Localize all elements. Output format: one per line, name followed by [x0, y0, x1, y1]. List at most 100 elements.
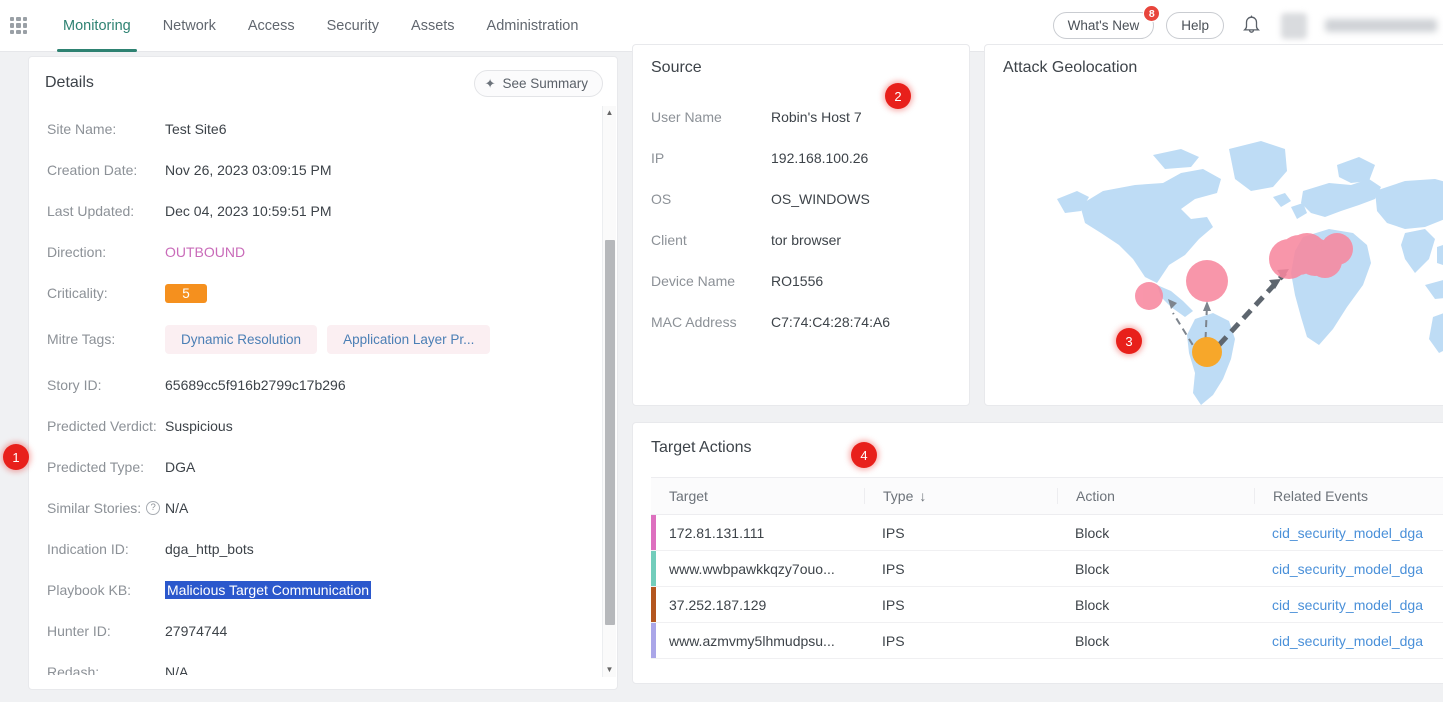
whats-new-badge: 8: [1143, 5, 1161, 22]
help-question-icon[interactable]: ?: [146, 501, 161, 515]
step-badge-2: 2: [885, 83, 911, 109]
target-actions-table: Target Type ↓ Action Related Events 172.…: [651, 477, 1443, 659]
detail-label-hunter-id: Hunter ID:: [47, 623, 111, 639]
cell-type: IPS: [882, 524, 905, 541]
tab-security-label: Security: [326, 17, 380, 34]
step-badge-4: 4: [851, 442, 877, 468]
source-row-mac-address: MAC Address C7:74:C4:28:74:A6: [651, 312, 955, 332]
tab-network-label: Network: [162, 17, 216, 34]
details-scrollbar[interactable]: ▲ ▼: [602, 106, 616, 677]
detail-row-indication-id: Indication ID: dga_http_bots: [47, 538, 581, 560]
cell-action: Block: [1075, 524, 1110, 541]
detail-row-story-id: Story ID: 65689cc5f916b2799c17b296: [47, 374, 581, 396]
source-label-device-name: Device Name: [651, 273, 736, 289]
tab-assets[interactable]: Assets: [395, 0, 471, 52]
details-header: Details ✦ See Summary: [45, 65, 603, 101]
source-value-mac-address: C7:74:C4:28:74:A6: [771, 314, 891, 330]
world-map[interactable]: [985, 87, 1443, 405]
criticality-badge: 5: [165, 283, 207, 303]
user-name-label: [1325, 19, 1437, 32]
notification-bell-icon[interactable]: [1242, 15, 1261, 36]
source-label-client: Client: [651, 232, 687, 248]
detail-value-direction: OUTBOUND: [165, 244, 246, 260]
attack-marker-west[interactable]: [1135, 282, 1163, 310]
detail-value-similar-stories: N/A: [165, 500, 189, 516]
similar-stories-text: Similar Stories:: [47, 500, 142, 516]
attack-geolocation-title: Attack Geolocation: [1003, 59, 1138, 76]
cell-related-events[interactable]: cid_security_model_dga: [1254, 525, 1443, 541]
detail-label-playbook-kb: Playbook KB:: [47, 582, 132, 598]
detail-row-hunter-id: Hunter ID: 27974744: [47, 620, 581, 642]
tab-access[interactable]: Access: [232, 0, 311, 52]
cell-action: Block: [1075, 596, 1110, 613]
detail-label-direction: Direction:: [47, 244, 107, 260]
details-scroll-area: Site Name: Test Site6 Creation Date: Nov…: [29, 103, 617, 675]
details-scroll-thumb[interactable]: [605, 240, 615, 625]
mitre-tags-list: Dynamic Resolution Application Layer Pr.…: [165, 324, 500, 354]
column-header-target[interactable]: Target: [651, 488, 864, 504]
column-header-related-events[interactable]: Related Events: [1254, 488, 1443, 504]
arrow-down-icon: ↓: [919, 488, 927, 504]
details-scroll-track[interactable]: [603, 120, 616, 663]
attack-marker-central[interactable]: [1186, 260, 1228, 302]
detail-row-direction: Direction: OUTBOUND: [47, 241, 581, 263]
detail-value-last-updated: Dec 04, 2023 10:59:51 PM: [165, 203, 332, 219]
scroll-down-arrow-icon[interactable]: ▼: [606, 663, 614, 677]
detail-row-playbook-kb: Playbook KB: Malicious Target Communicat…: [47, 579, 581, 601]
mitre-tag-dynamic-resolution[interactable]: Dynamic Resolution: [165, 324, 318, 354]
tab-administration[interactable]: Administration: [471, 0, 595, 52]
see-summary-button[interactable]: ✦ See Summary: [473, 69, 603, 97]
cell-target: 172.81.131.111: [669, 524, 765, 541]
source-row-client: Client tor browser: [651, 230, 955, 250]
source-marker[interactable]: [1192, 337, 1222, 367]
whats-new-button[interactable]: What's New 8: [1052, 5, 1161, 39]
source-title: Source: [651, 59, 702, 76]
tab-security[interactable]: Security: [311, 0, 395, 52]
row-accent-bar: [651, 623, 656, 658]
cell-related-events[interactable]: cid_security_model_dga: [1254, 597, 1443, 613]
scroll-up-arrow-icon[interactable]: ▲: [606, 106, 614, 120]
cell-target: 37.252.187.129: [669, 596, 767, 613]
tab-network[interactable]: Network: [147, 0, 232, 52]
step-badge-3: 3: [1116, 328, 1142, 354]
tab-monitoring[interactable]: Monitoring: [47, 0, 147, 52]
cell-related-events[interactable]: cid_security_model_dga: [1254, 633, 1443, 649]
row-accent-bar: [651, 515, 656, 550]
source-label-user-name: User Name: [651, 109, 722, 125]
detail-row-site-name: Site Name: Test Site6: [47, 118, 581, 140]
avatar[interactable]: [1281, 12, 1307, 39]
column-header-type[interactable]: Type ↓: [864, 488, 1057, 504]
detail-value-predicted-type: DGA: [165, 459, 196, 475]
tab-monitoring-label: Monitoring: [63, 17, 131, 34]
target-actions-title: Target Actions: [651, 439, 752, 456]
table-row[interactable]: 37.252.187.129 IPS Block cid_security_mo…: [651, 587, 1443, 623]
tab-access-label: Access: [247, 17, 295, 34]
cell-related-events[interactable]: cid_security_model_dga: [1254, 561, 1443, 577]
detail-label-mitre-tags: Mitre Tags:: [47, 331, 116, 347]
detail-row-predicted-type: Predicted Type: DGA: [47, 456, 581, 478]
cell-type: IPS: [882, 560, 905, 577]
table-row[interactable]: www.wwbpawkkqzy7ouo... IPS Block cid_sec…: [651, 551, 1443, 587]
attack-marker-europe-6[interactable]: [1321, 233, 1353, 265]
source-value-user-name: Robin's Host 7: [771, 109, 862, 125]
column-header-related-events-label: Related Events: [1273, 488, 1368, 504]
help-button[interactable]: Help: [1166, 12, 1224, 39]
detail-value-redash: N/A: [165, 664, 189, 675]
source-label-os: OS: [651, 191, 672, 207]
detail-label-predicted-type: Predicted Type:: [47, 459, 145, 475]
detail-row-creation-date: Creation Date: Nov 26, 2023 03:09:15 PM: [47, 159, 581, 181]
source-label-mac-address: MAC Address: [651, 314, 737, 330]
apps-grid-icon[interactable]: [10, 17, 27, 34]
table-row[interactable]: www.azmvmy5lhmudpsu... IPS Block cid_sec…: [651, 623, 1443, 659]
source-value-os: OS_WINDOWS: [771, 191, 870, 207]
attack-geolocation-panel: Attack Geolocation: [984, 44, 1443, 406]
row-accent-bar: [651, 587, 656, 622]
details-panel: Details ✦ See Summary Site Name: Test Si…: [28, 56, 618, 690]
mitre-tag-application-layer-protocol[interactable]: Application Layer Pr...: [327, 324, 491, 354]
table-row[interactable]: 172.81.131.111 IPS Block cid_security_mo…: [651, 515, 1443, 551]
table-header-row: Target Type ↓ Action Related Events: [651, 477, 1443, 515]
detail-label-site-name: Site Name:: [47, 121, 117, 137]
cell-action: Block: [1075, 560, 1110, 577]
column-header-action[interactable]: Action: [1057, 488, 1254, 504]
detail-value-hunter-id: 27974744: [165, 623, 228, 639]
